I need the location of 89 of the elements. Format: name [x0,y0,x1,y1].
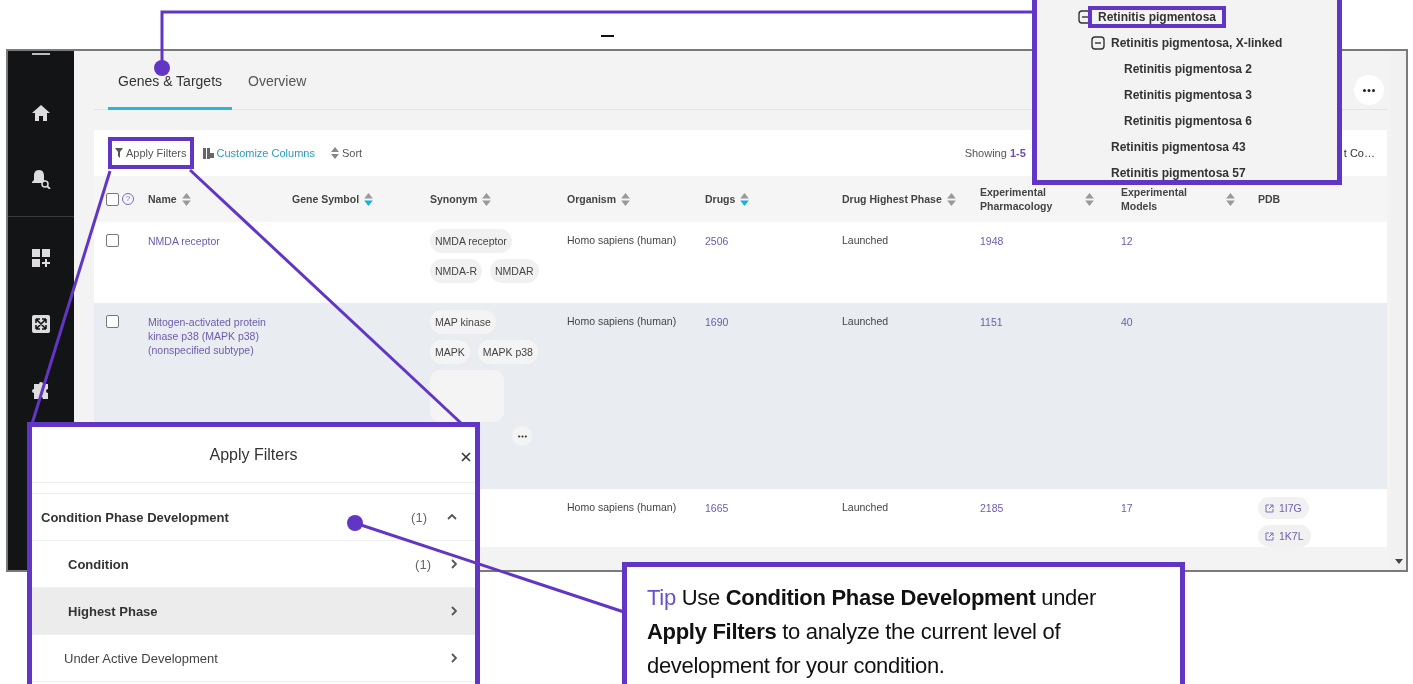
column-header[interactable]: Drugs [705,192,736,206]
table-row[interactable]: NMDA receptor NMDA receptor NMDA-R NMDAR Homo sapiens (human) 2506 Launched 1948 12 [94,222,1387,303]
column-header[interactable]: PDB [1258,192,1281,206]
column-header[interactable]: Organism [567,192,616,206]
chevron-icon[interactable] [451,606,457,616]
filter-label: Highest Phase [68,603,159,619]
scroll-down-icon[interactable] [1394,559,1403,564]
pharmacology-link[interactable]: 1151 [980,316,1003,328]
filter-count: (1) [411,509,427,525]
sort-icon[interactable] [1085,192,1094,206]
external-link-icon [1265,503,1274,513]
menu-icon[interactable] [32,53,50,56]
filter-row[interactable]: Under Active Development [32,635,475,682]
pdb-link[interactable]: 1K7L [1258,525,1311,547]
filter-row[interactable]: Highest Phase [32,588,475,635]
phase-text: Launched [842,315,889,327]
phase-text: Launched [842,501,889,513]
phase-text: Launched [842,234,889,246]
tree-item[interactable]: Retinitis pigmentosa 6 [1114,110,1263,132]
column-header[interactable]: Gene Symbol [292,192,360,206]
pdb-link[interactable]: 1I7G [1258,497,1309,519]
pharmacology-link[interactable]: 1948 [980,235,1004,247]
drugs-link[interactable]: 1690 [705,316,729,328]
columns-icon [202,147,214,159]
chevron-icon[interactable] [447,514,457,520]
select-all-checkbox[interactable] [106,192,119,206]
sort-button[interactable]: Sort [323,137,370,169]
chevron-icon[interactable] [451,559,457,569]
sort-icon[interactable] [946,192,956,206]
name-link[interactable]: Mitogen-activated protein kinase p38 (MAPK p38) (nonspecified subtype) [148,315,268,357]
drugs-link[interactable]: 1665 [705,502,729,514]
collapse-icon[interactable] [1091,36,1105,50]
organism-text: Homo sapiens (human) [567,234,677,246]
organism-text: Homo sapiens (human) [567,501,677,513]
close-icon[interactable] [461,452,471,462]
synonym-chip: NMDA-R [430,259,482,283]
sort-icon[interactable] [621,192,630,206]
dash-mark [600,35,615,37]
sort-icon[interactable] [1226,192,1235,206]
chevron-icon[interactable] [451,653,457,663]
organism-text: Homo sapiens (human) [567,315,677,327]
tree-item[interactable]: Retinitis pigmentosa, X-linked [1101,32,1293,54]
tree-item[interactable]: Retinitis pigmentosa 2 [1114,58,1263,80]
synonym-chip: MAPK [430,340,470,364]
home-icon[interactable] [32,105,50,121]
bell-search-icon[interactable] [31,169,51,189]
sort-icon[interactable] [482,192,492,206]
drugs-link[interactable]: 2506 [705,235,729,247]
models-link[interactable]: 12 [1121,235,1133,247]
models-link[interactable]: 40 [1121,316,1133,328]
tree-item[interactable]: Retinitis pigmentosa 43 [1101,136,1256,158]
columns-link[interactable]: t Co… [1343,147,1375,159]
synonym-chip: MAPK p38 [477,340,538,364]
expand-icon[interactable] [32,315,50,333]
ellipsis-icon [1363,88,1375,92]
models-link[interactable]: 17 [1121,502,1133,514]
tree-item[interactable]: Retinitis pigmentosa 3 [1114,84,1263,106]
tree-item[interactable]: Retinitis pigmentosa [1088,6,1226,28]
column-header[interactable]: Experimental Models [1121,185,1221,213]
column-header[interactable]: Experimental Pharmacology [980,185,1080,213]
tip-text: Tip Use Condition Phase Development under Apply Filters to analyze the current level of development for your condition. [647,584,1098,680]
panel-title: Apply Filters [209,445,298,464]
puzzle-icon[interactable] [32,381,50,401]
dashboard-icon[interactable] [32,249,50,267]
filter-count: (1) [415,556,431,572]
external-link-icon [1265,531,1274,541]
ellipsis-icon [517,434,527,438]
tab[interactable]: Overview [238,73,317,110]
sort-icon[interactable] [740,192,750,206]
synonym-chip: NMDA receptor [430,229,512,253]
sort-icon[interactable] [181,192,191,206]
filter-label: Condition [68,556,130,572]
more-button[interactable] [1354,75,1384,105]
column-header[interactable]: Name [148,192,177,206]
column-header[interactable]: Drug Highest Phase [842,192,942,206]
filter-label: Under Active Development [64,650,219,666]
tree-item[interactable]: Retinitis pigmentosa 57 [1101,162,1256,184]
results-count: Showing 1-5 [964,147,1026,159]
name-link[interactable]: NMDA receptor [148,234,268,248]
filter-icon [115,148,123,158]
column-header[interactable]: Synonym [430,192,478,206]
pharmacology-link[interactable]: 2185 [980,502,1004,514]
synonym-chip: MAP kinase [430,310,496,334]
filter-button[interactable]: Apply Filters [108,137,194,169]
row-checkbox[interactable] [106,315,119,328]
sort-icon [330,147,339,159]
row-checkbox[interactable] [106,234,119,247]
sort-icon[interactable] [364,192,374,206]
synonym-chip: NMDAR [490,259,539,283]
